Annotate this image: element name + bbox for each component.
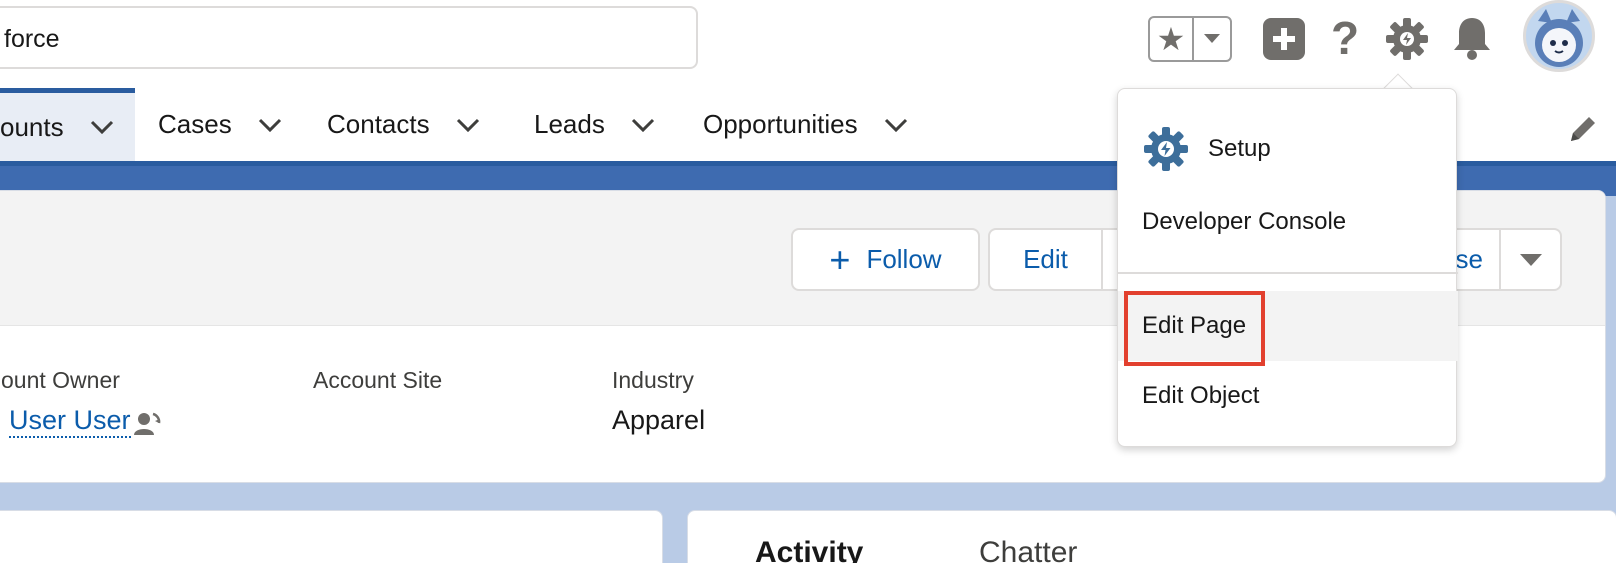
menu-item-edit-object[interactable]: Edit Object: [1118, 361, 1458, 431]
avatar[interactable]: [1523, 0, 1595, 72]
plus-icon: +: [829, 238, 851, 280]
highlight-annotation-box: [1124, 291, 1265, 366]
chevron-down-icon: [1204, 34, 1220, 43]
industry-label: Industry: [612, 367, 694, 393]
nav-item-accounts[interactable]: ounts: [0, 88, 135, 161]
nav-item-opportunities[interactable]: Opportunities: [703, 88, 908, 161]
menu-item-label: Developer Console: [1142, 208, 1347, 235]
account-site-label: Account Site: [313, 367, 443, 393]
plus-icon[interactable]: [1263, 18, 1305, 60]
more-actions-button[interactable]: [1499, 228, 1562, 291]
menu-item-label: Edit Object: [1142, 382, 1260, 409]
favorites-menu-button[interactable]: [1194, 18, 1230, 60]
global-header: force ★ ?: [0, 0, 1616, 88]
chevron-down-icon[interactable]: [90, 120, 114, 134]
account-owner-label: ount Owner: [1, 367, 120, 393]
setup-gear-icon: [1144, 127, 1188, 171]
edit-button[interactable]: Edit: [988, 228, 1103, 291]
nav-item-leads[interactable]: Leads: [534, 88, 655, 161]
menu-item-setup[interactable]: Setup: [1118, 119, 1458, 179]
bell-icon[interactable]: [1449, 14, 1495, 62]
nav-item-cases[interactable]: Cases: [158, 88, 282, 161]
follow-button-label: Follow: [866, 244, 942, 274]
change-owner-icon[interactable]: [133, 411, 161, 437]
chevron-down-icon: [1519, 253, 1542, 266]
nav-item-label: ounts: [0, 111, 64, 142]
chevron-down-icon[interactable]: [456, 118, 480, 132]
pencil-icon[interactable]: [1567, 113, 1599, 145]
help-icon[interactable]: ?: [1325, 10, 1365, 66]
nav-item-label: Opportunities: [703, 109, 858, 139]
favorites-group: ★: [1148, 16, 1232, 62]
menu-item-developer-console[interactable]: Developer Console: [1118, 195, 1458, 249]
tab-activity[interactable]: Activity: [755, 536, 863, 563]
record-action-label: se: [1455, 244, 1483, 274]
nav-item-label: Cases: [158, 109, 232, 139]
gear-icon[interactable]: [1384, 16, 1430, 62]
account-owner-link[interactable]: User User: [9, 405, 131, 438]
follow-button[interactable]: + Follow: [791, 228, 980, 291]
edit-button-label: Edit: [1023, 244, 1068, 274]
setup-menu: Setup Developer Console Edit Page Edit O…: [1117, 88, 1458, 447]
menu-divider: [1118, 272, 1458, 274]
chevron-down-icon[interactable]: [631, 118, 655, 132]
nav-item-label: Leads: [534, 109, 605, 139]
industry-value: Apparel: [612, 405, 706, 435]
chevron-down-icon[interactable]: [258, 118, 282, 132]
nav-item-label: Contacts: [327, 109, 430, 139]
tab-chatter[interactable]: Chatter: [979, 536, 1077, 563]
star-icon[interactable]: ★: [1150, 18, 1194, 60]
global-search-input[interactable]: force: [0, 6, 698, 69]
search-input-value: force: [4, 25, 60, 53]
chevron-down-icon[interactable]: [884, 118, 908, 132]
menu-item-label: Setup: [1208, 135, 1271, 162]
details-card: [0, 510, 663, 563]
nav-item-contacts[interactable]: Contacts: [327, 88, 480, 161]
